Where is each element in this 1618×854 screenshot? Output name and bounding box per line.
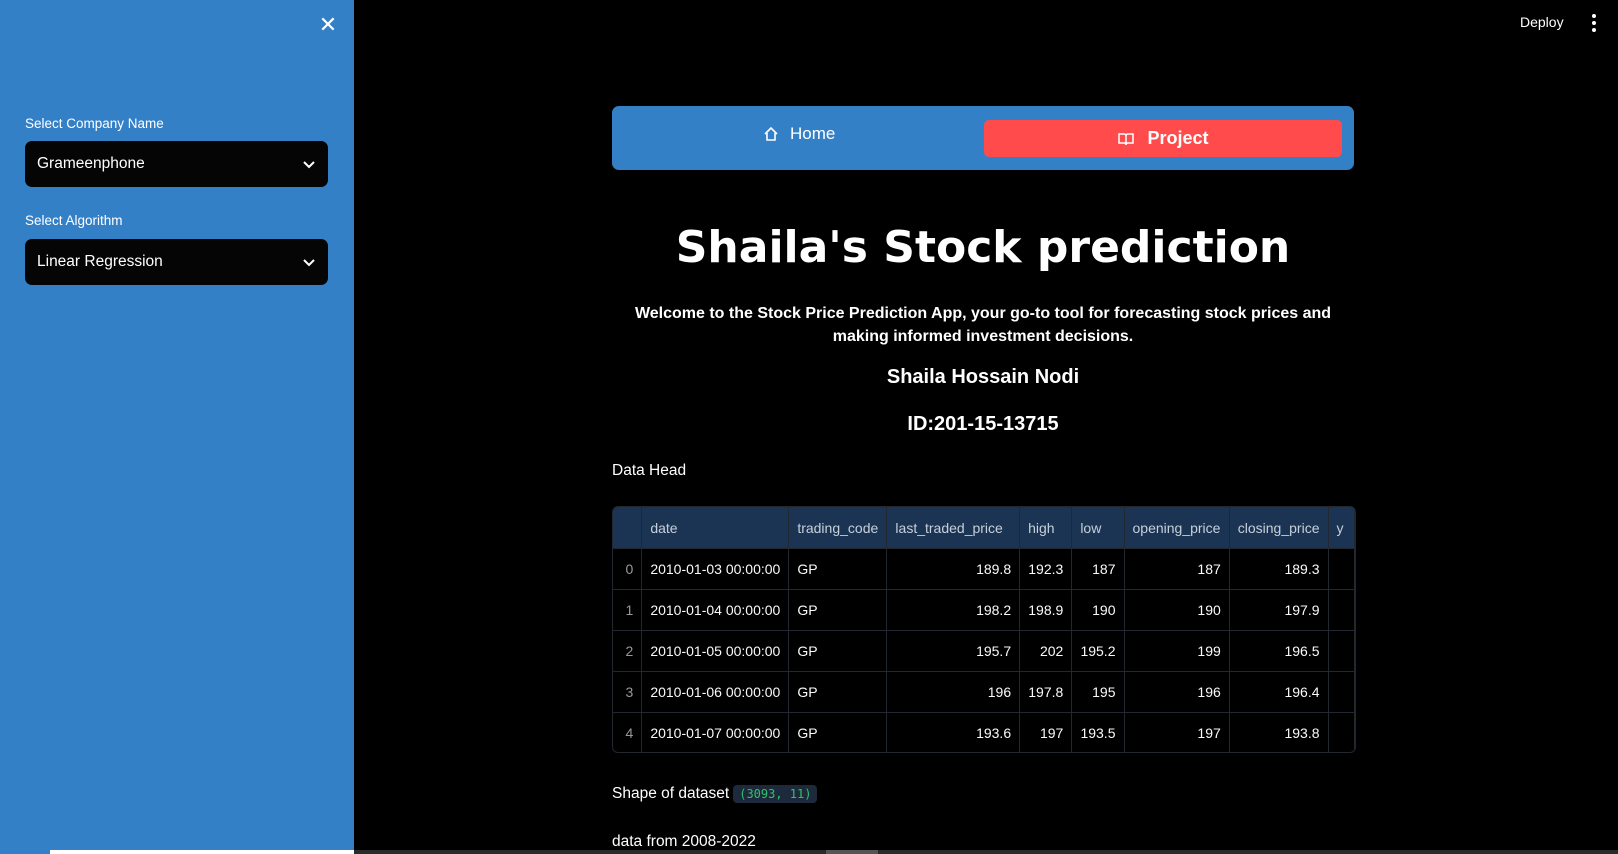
shape-line: Shape of dataset (3093, 11) — [612, 785, 818, 803]
welcome-text: Welcome to the Stock Price Prediction Ap… — [634, 305, 1332, 345]
nav-project-button[interactable]: Project — [984, 120, 1342, 157]
company-select-value: Grameenphone — [37, 155, 145, 172]
table-cell[interactable]: 2010-01-03 00:00:00 — [641, 548, 790, 590]
table-cell[interactable]: 195.2 — [1071, 630, 1125, 672]
row-index[interactable]: 4 — [613, 712, 643, 752]
table-cell[interactable]: 197 — [1019, 712, 1073, 752]
table-row: 0 2010-01-03 00:00:00 GP 189.8 192.3 187… — [613, 548, 1355, 590]
table-cell[interactable] — [1328, 548, 1355, 590]
company-select-label: Select Company Name — [25, 116, 164, 131]
column-header[interactable]: low — [1071, 507, 1125, 549]
shape-value: (3093, 11) — [733, 785, 818, 803]
table-cell[interactable]: GP — [788, 548, 888, 590]
row-index[interactable]: 3 — [613, 671, 643, 713]
table-cell[interactable]: 198.9 — [1019, 589, 1073, 631]
student-id: ID:201-15-13715 — [907, 413, 1059, 435]
row-index[interactable]: 0 — [613, 548, 643, 590]
table-cell[interactable]: GP — [788, 671, 888, 713]
main-menu-icon[interactable] — [1590, 14, 1598, 32]
sidebar-footer-strip — [50, 850, 354, 854]
home-icon — [764, 126, 778, 141]
column-header[interactable]: y — [1328, 507, 1355, 549]
table-cell[interactable]: 189.8 — [886, 548, 1021, 590]
table-cell[interactable]: 197.8 — [1019, 671, 1073, 713]
column-header[interactable]: high — [1019, 507, 1073, 549]
book-icon — [1118, 132, 1135, 145]
data-head-table[interactable]: date trading_code last_traded_price high… — [612, 506, 1356, 753]
company-select[interactable]: Grameenphone — [25, 141, 328, 187]
table-cell[interactable]: 192.3 — [1019, 548, 1073, 590]
table-cell[interactable]: 2010-01-04 00:00:00 — [641, 589, 790, 631]
data-head-label: Data Head — [612, 462, 687, 479]
table-cell[interactable] — [1328, 630, 1355, 672]
chevron-down-icon — [303, 161, 315, 169]
table-cell[interactable]: 202 — [1019, 630, 1073, 672]
scrollbar-thumb[interactable] — [826, 850, 878, 854]
table-row: 4 2010-01-07 00:00:00 GP 193.6 197 193.5… — [613, 712, 1355, 752]
sidebar: ✕ Select Company Name Grameenphone Selec… — [0, 0, 354, 854]
table-cell[interactable]: 189.3 — [1229, 548, 1329, 590]
horizontal-scrollbar[interactable] — [354, 850, 1618, 854]
column-header[interactable]: last_traded_price — [886, 507, 1021, 549]
table-cell[interactable] — [1328, 671, 1355, 713]
column-header[interactable]: trading_code — [788, 507, 888, 549]
table-cell[interactable]: 197 — [1124, 712, 1230, 752]
table-cell[interactable]: GP — [788, 712, 888, 752]
table-cell[interactable]: 196.5 — [1229, 630, 1329, 672]
chevron-down-icon — [303, 259, 315, 267]
deploy-button[interactable]: Deploy — [1520, 14, 1564, 30]
table-cell[interactable]: 2010-01-06 00:00:00 — [641, 671, 790, 713]
table-cell[interactable]: 199 — [1124, 630, 1230, 672]
table-cell[interactable] — [1328, 712, 1355, 752]
table-cell[interactable]: 197.9 — [1229, 589, 1329, 631]
table-cell[interactable]: 196 — [1124, 671, 1230, 713]
table-cell[interactable]: 193.6 — [886, 712, 1021, 752]
close-sidebar-icon[interactable]: ✕ — [316, 14, 340, 38]
table-cell[interactable]: 193.5 — [1071, 712, 1125, 752]
data-range-label: data from 2008-2022 — [612, 833, 756, 850]
table-cell[interactable]: 198.2 — [886, 589, 1021, 631]
row-index[interactable]: 1 — [613, 589, 643, 631]
table-cell[interactable]: 195.7 — [886, 630, 1021, 672]
table-cell[interactable]: GP — [788, 630, 888, 672]
table-cell[interactable]: 187 — [1071, 548, 1125, 590]
column-header[interactable]: opening_price — [1124, 507, 1230, 549]
table-cell[interactable]: 196.4 — [1229, 671, 1329, 713]
table-row: 3 2010-01-06 00:00:00 GP 196 197.8 195 1… — [613, 671, 1355, 713]
row-index[interactable]: 2 — [613, 630, 643, 672]
table-cell[interactable]: 187 — [1124, 548, 1230, 590]
nav-bar: Home Project — [612, 106, 1354, 170]
author-name: Shaila Hossain Nodi — [886, 366, 1080, 388]
table-cell[interactable]: 193.8 — [1229, 712, 1329, 752]
column-header[interactable]: date — [641, 507, 790, 549]
table-cell[interactable]: 190 — [1124, 589, 1230, 631]
table-cell[interactable]: 2010-01-05 00:00:00 — [641, 630, 790, 672]
algorithm-select-label: Select Algorithm — [25, 213, 123, 228]
shape-label: Shape of dataset — [612, 785, 730, 803]
nav-home-button[interactable]: Home — [762, 124, 835, 144]
column-header[interactable]: closing_price — [1229, 507, 1329, 549]
table-cell[interactable] — [1328, 589, 1355, 631]
table-cell[interactable]: 2010-01-07 00:00:00 — [641, 712, 790, 752]
table-cell[interactable]: 190 — [1071, 589, 1125, 631]
table-cell[interactable]: GP — [788, 589, 888, 631]
nav-home-label: Home — [790, 124, 836, 143]
table-row: 1 2010-01-04 00:00:00 GP 198.2 198.9 190… — [613, 589, 1355, 631]
table-header-row: date trading_code last_traded_price high… — [613, 507, 1355, 549]
algorithm-select-value: Linear Regression — [37, 253, 163, 270]
table-cell[interactable]: 196 — [886, 671, 1021, 713]
column-header[interactable] — [613, 507, 643, 549]
algorithm-select[interactable]: Linear Regression — [25, 239, 328, 285]
nav-project-label: Project — [1147, 128, 1209, 148]
page-title: Shaila's Stock prediction — [675, 222, 1291, 273]
table-row: 2 2010-01-05 00:00:00 GP 195.7 202 195.2… — [613, 630, 1355, 672]
table-cell[interactable]: 195 — [1071, 671, 1125, 713]
